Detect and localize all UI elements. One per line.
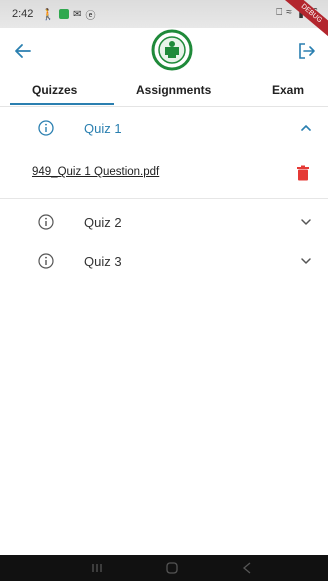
- delete-file-button[interactable]: [296, 165, 310, 181]
- home-icon[interactable]: [165, 561, 179, 575]
- tab-selected-indicator: [10, 103, 114, 105]
- chevron-down-icon: [301, 219, 311, 225]
- status-bar: 2:42 🚶 ✉ ⓔ ⎕ ≈ ▐ 46 DEBUG: [0, 0, 328, 42]
- tab-assignments[interactable]: Assignments: [136, 83, 211, 97]
- quiz-2-label: Quiz 2: [84, 215, 122, 230]
- quiz-3-label: Quiz 3: [84, 254, 122, 269]
- notification-app-icon: [59, 9, 70, 19]
- logout-icon: [299, 43, 315, 59]
- app-screen: 2:42 🚶 ✉ ⓔ ⎕ ≈ ▐ 46 DEBUG: [0, 0, 328, 581]
- quiz-1-file-link[interactable]: 949_Quiz 1 Question.pdf: [32, 166, 159, 178]
- arrow-left-icon: [15, 44, 31, 58]
- back-button[interactable]: [10, 38, 36, 64]
- wifi-icon: ≈: [286, 7, 292, 18]
- quiz-2-header[interactable]: Quiz 2: [0, 204, 328, 244]
- vibrate-icon: ⎕: [276, 7, 283, 18]
- info-icon: [38, 214, 54, 230]
- status-notification-icons: 🚶 ✉ ⓔ: [41, 7, 95, 22]
- quiz-3-header[interactable]: Quiz 3: [0, 243, 328, 283]
- info-icon: [38, 120, 54, 136]
- app-bar: [0, 28, 328, 72]
- recent-apps-icon[interactable]: [90, 561, 104, 575]
- tab-quizzes[interactable]: Quizzes: [32, 83, 77, 97]
- quiz-1-label: Quiz 1: [84, 121, 122, 136]
- status-time: 2:42: [12, 8, 34, 20]
- trash-icon: [297, 165, 309, 181]
- tab-exam[interactable]: Exam: [272, 83, 304, 97]
- logout-button[interactable]: [294, 38, 320, 64]
- mail-icon: ✉: [73, 8, 82, 20]
- quiz-1-header[interactable]: Quiz 1: [0, 110, 328, 150]
- info-icon: [38, 253, 54, 269]
- quiz-1-file-row: 949_Quiz 1 Question.pdf: [0, 158, 328, 199]
- circle-e-icon: ⓔ: [85, 10, 96, 22]
- chevron-down-icon: [301, 258, 311, 264]
- chevron-up-icon: [301, 125, 311, 131]
- system-navigation-bar: [0, 555, 328, 581]
- back-nav-icon[interactable]: [240, 561, 254, 575]
- emblem-logo: [150, 28, 194, 72]
- walking-icon: 🚶: [41, 8, 56, 21]
